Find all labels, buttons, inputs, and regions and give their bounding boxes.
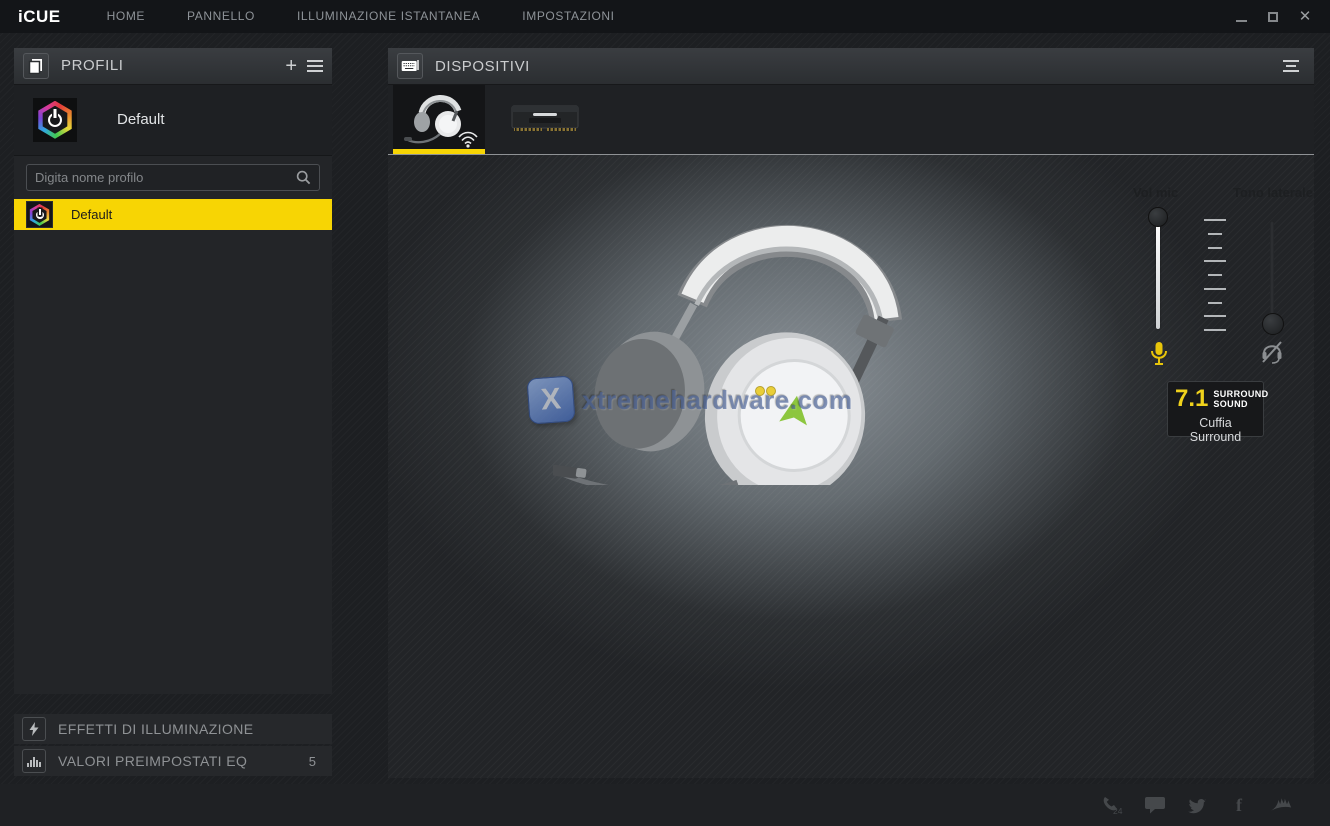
footer-bar: 24 f	[0, 784, 1330, 826]
tab-headset-device[interactable]	[393, 85, 485, 154]
icue-hex-logo-icon	[36, 101, 74, 139]
profile-search-strip	[14, 156, 332, 200]
profile-search-box[interactable]	[26, 164, 320, 191]
profiles-header: PROFILI +	[14, 48, 332, 85]
forum-chat-icon[interactable]	[1144, 794, 1166, 816]
keyboard-icon	[397, 53, 423, 79]
watermark-text: xtremehardware.com	[582, 385, 853, 416]
corsair-logo-icon[interactable]	[1270, 794, 1292, 816]
devices-options-icon[interactable]	[1283, 60, 1299, 72]
profile-item-name: Default	[71, 207, 112, 222]
mic-volume-slider-track[interactable]	[1156, 217, 1160, 329]
profiles-menu-icon[interactable]	[307, 60, 323, 72]
surround-word1: SURROUND	[1213, 389, 1268, 399]
device-tabs	[388, 85, 1314, 155]
menu-impostazioni[interactable]: IMPOSTAZIONI	[501, 0, 635, 33]
sidetone-scale-ticks	[1204, 219, 1226, 331]
eq-bars-icon	[22, 749, 46, 773]
profile-item-avatar	[26, 201, 53, 228]
support-24h-icon[interactable]: 24	[1102, 794, 1124, 816]
icue-hex-logo-icon	[29, 204, 51, 226]
lightning-icon	[22, 717, 46, 741]
surround-value: 7.1	[1175, 387, 1208, 411]
watermark-x-logo: X	[526, 375, 575, 424]
add-profile-button[interactable]: +	[285, 56, 297, 76]
profile-list-empty-area	[14, 230, 332, 694]
section-lighting-effects[interactable]: EFFETTI DI ILLUMINAZIONE	[14, 714, 332, 744]
ram-thumbnail	[509, 100, 581, 140]
mic-unmuted-icon[interactable]	[1150, 341, 1168, 367]
sidetone-label: Tono laterale	[1233, 185, 1313, 200]
profile-search-input[interactable]	[35, 170, 296, 185]
active-profile-card: Default	[14, 85, 332, 156]
main-menu: HOME PANNELLO ILLUMINAZIONE ISTANTANEA I…	[86, 0, 636, 33]
tab-ram-device[interactable]	[499, 85, 591, 154]
twitter-icon[interactable]	[1186, 794, 1208, 816]
menu-pannello[interactable]: PANNELLO	[166, 0, 276, 33]
sidetone-slider-knob[interactable]	[1262, 313, 1284, 335]
surround-word2: SOUND	[1213, 399, 1268, 409]
devices-panel: DISPOSITIVI	[388, 48, 1314, 778]
surround-caption: Cuffia Surround	[1175, 416, 1256, 444]
window-controls: ✕	[1232, 8, 1314, 26]
profiles-icon	[23, 53, 49, 79]
headset-product-image	[553, 185, 953, 485]
search-icon	[296, 170, 311, 185]
maximize-icon[interactable]	[1264, 8, 1282, 26]
devices-title: DISPOSITIVI	[435, 58, 530, 75]
svg-text:24: 24	[1113, 806, 1123, 815]
eq-preset-count: 5	[309, 754, 316, 769]
facebook-icon[interactable]: f	[1228, 794, 1250, 816]
section-label: VALORI PREIMPOSTATI EQ	[58, 753, 247, 769]
profiles-title: PROFILI	[61, 57, 124, 74]
icue-logo: iCUE	[18, 7, 61, 27]
menu-home[interactable]: HOME	[86, 0, 166, 33]
sidetone-muted-icon[interactable]	[1260, 339, 1284, 365]
active-profile-name: Default	[117, 111, 165, 128]
surround-sound-badge[interactable]: 7.1 SURROUND SOUND Cuffia Surround	[1167, 381, 1264, 437]
devices-header: DISPOSITIVI	[388, 48, 1314, 85]
mic-volume-label: Vol mic	[1133, 185, 1178, 200]
title-bar: iCUE HOME PANNELLO ILLUMINAZIONE ISTANTA…	[0, 0, 1330, 33]
profile-avatar	[33, 98, 77, 142]
profile-list-item-default[interactable]: Default	[14, 199, 332, 230]
mic-volume-slider-knob[interactable]	[1148, 207, 1168, 227]
section-label: EFFETTI DI ILLUMINAZIONE	[58, 721, 254, 737]
device-detail-area: X xtremehardware.com Vol mic Tono latera…	[388, 155, 1314, 778]
wireless-icon	[457, 130, 479, 148]
profiles-panel: PROFILI + Default Default EFFETTI DI ILL…	[14, 48, 332, 778]
section-eq-presets[interactable]: VALORI PREIMPOSTATI EQ 5	[14, 746, 332, 776]
minimize-icon[interactable]	[1232, 8, 1250, 26]
xtremehardware-watermark: X xtremehardware.com	[528, 377, 853, 423]
menu-illuminazione-istantanea[interactable]: ILLUMINAZIONE ISTANTANEA	[276, 0, 501, 33]
close-icon[interactable]: ✕	[1296, 8, 1314, 26]
